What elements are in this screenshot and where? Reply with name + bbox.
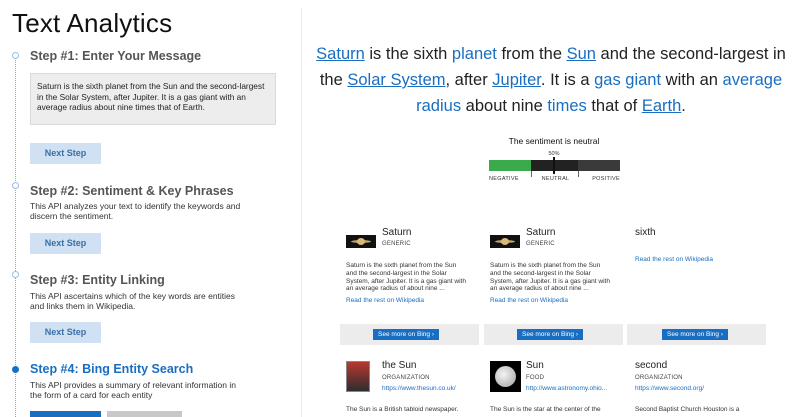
key-phrase-planet: planet xyxy=(451,45,497,63)
app-title: Text Analytics xyxy=(12,8,173,38)
card-description: Second Baptist Church Houston is a xyxy=(635,406,740,413)
card-type: ORGANIZATION xyxy=(382,375,430,381)
card-description: The Sun is a British tabloid newspaper. xyxy=(346,406,459,413)
sentiment-axis: NEGATIVE NEUTRAL POSITIVE xyxy=(489,176,620,182)
step-3-title: Step #3: Entity Linking xyxy=(30,273,165,287)
bing-bar: See more on Bing › xyxy=(340,324,479,345)
axis-positive-label: POSITIVE xyxy=(592,176,620,182)
step-2-next-button[interactable]: Next Step xyxy=(30,233,101,254)
text-span: with an xyxy=(661,71,723,89)
card-type: ORGANIZATION xyxy=(635,375,683,381)
step-3-next-button[interactable]: Next Step xyxy=(30,322,101,343)
card-url[interactable]: https://www.second.org/ xyxy=(635,385,755,393)
text-span: from the xyxy=(496,45,567,63)
wikipedia-link[interactable]: Read the rest on Wikipedia xyxy=(635,256,713,264)
entity-card-second: second ORGANIZATION https://www.second.o… xyxy=(631,360,756,417)
card-type: FOOD xyxy=(526,375,545,381)
step-1-title: Step #1: Enter Your Message xyxy=(30,49,202,63)
step-timeline xyxy=(15,56,16,417)
see-more-bing-button[interactable]: See more on Bing › xyxy=(517,329,584,340)
entity-link-earth[interactable]: Earth xyxy=(642,97,681,115)
analyzed-text: Saturn is the sixth planet from the Sun … xyxy=(312,41,790,119)
card-name: Saturn xyxy=(526,227,556,238)
bing-bar: See more on Bing › xyxy=(484,324,623,345)
entity-card-saturn: Saturn GENERIC Saturn is the sixth plane… xyxy=(342,226,467,321)
card-url[interactable]: https://www.thesun.co.uk/ xyxy=(382,385,467,393)
step-4-marker xyxy=(12,366,19,373)
text-span: is the sixth xyxy=(364,45,452,63)
axis-neutral-label: NEUTRAL xyxy=(541,176,570,182)
sentiment-marker xyxy=(553,157,555,174)
step-4-title: Step #4: Bing Entity Search xyxy=(30,362,194,376)
message-input[interactable]: Saturn is the sixth planet from the Sun … xyxy=(30,73,276,125)
entity-link-jupiter[interactable]: Jupiter xyxy=(492,71,541,89)
text-span: . xyxy=(681,97,686,115)
text-span: . It is a xyxy=(540,71,595,89)
step-2-title: Step #2: Sentiment & Key Phrases xyxy=(30,184,234,198)
text-span: that of xyxy=(586,97,642,115)
step-3-marker xyxy=(12,271,19,278)
step-1-marker xyxy=(12,52,19,59)
card-description: Saturn is the sixth planet from the Sun … xyxy=(346,262,466,293)
saturn-image xyxy=(346,235,376,248)
entity-card-the-sun: the Sun ORGANIZATION https://www.thesun.… xyxy=(342,360,467,417)
wikipedia-link[interactable]: Read the rest on Wikipedia xyxy=(490,297,568,305)
card-description: Saturn is the sixth planet from the Sun … xyxy=(490,262,610,293)
newspaper-image xyxy=(346,361,370,392)
card-description: The Sun is the star at the center of the xyxy=(490,406,601,413)
step-4-secondary-button[interactable] xyxy=(107,411,182,417)
positive-segment xyxy=(578,160,620,171)
text-span: about nine xyxy=(461,97,548,115)
card-url[interactable]: http://www.astronomy.ohio... xyxy=(526,385,611,393)
wikipedia-link[interactable]: Read the rest on Wikipedia xyxy=(346,297,424,305)
entity-link-saturn[interactable]: Saturn xyxy=(316,45,365,63)
card-name: Saturn xyxy=(382,227,412,238)
step-4-description: This API provides a summary of relevant … xyxy=(30,380,236,400)
saturn-image xyxy=(490,235,520,248)
see-more-bing-button[interactable]: See more on Bing › xyxy=(373,329,440,340)
card-name: sixth xyxy=(635,227,656,238)
key-phrase-times: times xyxy=(547,97,587,115)
entity-card-sun: Sun FOOD http://www.astronomy.ohio... Th… xyxy=(486,360,611,417)
card-type: GENERIC xyxy=(526,241,555,247)
step-1-next-button[interactable]: Next Step xyxy=(30,143,101,164)
see-more-bing-button[interactable]: See more on Bing › xyxy=(662,329,729,340)
card-name: second xyxy=(635,360,668,371)
card-name: Sun xyxy=(526,360,544,371)
step-2-description: This API analyzes your text to identify … xyxy=(30,201,241,221)
step-3-description: This API ascertains which of the key wor… xyxy=(30,291,236,311)
bing-bar: See more on Bing › xyxy=(627,324,766,345)
card-name: the Sun xyxy=(382,360,417,371)
negative-segment xyxy=(489,160,531,171)
sentiment-label: The sentiment is neutral xyxy=(508,136,600,146)
entity-card-saturn-2: Saturn GENERIC Saturn is the sixth plane… xyxy=(486,226,611,321)
text-span: , after xyxy=(445,71,493,89)
key-phrase-gas-giant: gas giant xyxy=(594,71,662,89)
entity-link-solar-system[interactable]: Solar System xyxy=(347,71,445,89)
axis-negative-label: NEGATIVE xyxy=(489,176,519,182)
card-type: GENERIC xyxy=(382,241,411,247)
entity-card-sixth: sixth Read the rest on Wikipedia xyxy=(631,226,756,321)
sun-image xyxy=(490,361,521,392)
step-4-primary-button[interactable] xyxy=(30,411,101,417)
steps-panel: Text Analytics Step #1: Enter Your Messa… xyxy=(0,0,300,417)
entity-link-sun[interactable]: Sun xyxy=(567,45,596,63)
step-2-marker xyxy=(12,182,19,189)
results-panel: Saturn is the sixth planet from the Sun … xyxy=(302,0,800,417)
